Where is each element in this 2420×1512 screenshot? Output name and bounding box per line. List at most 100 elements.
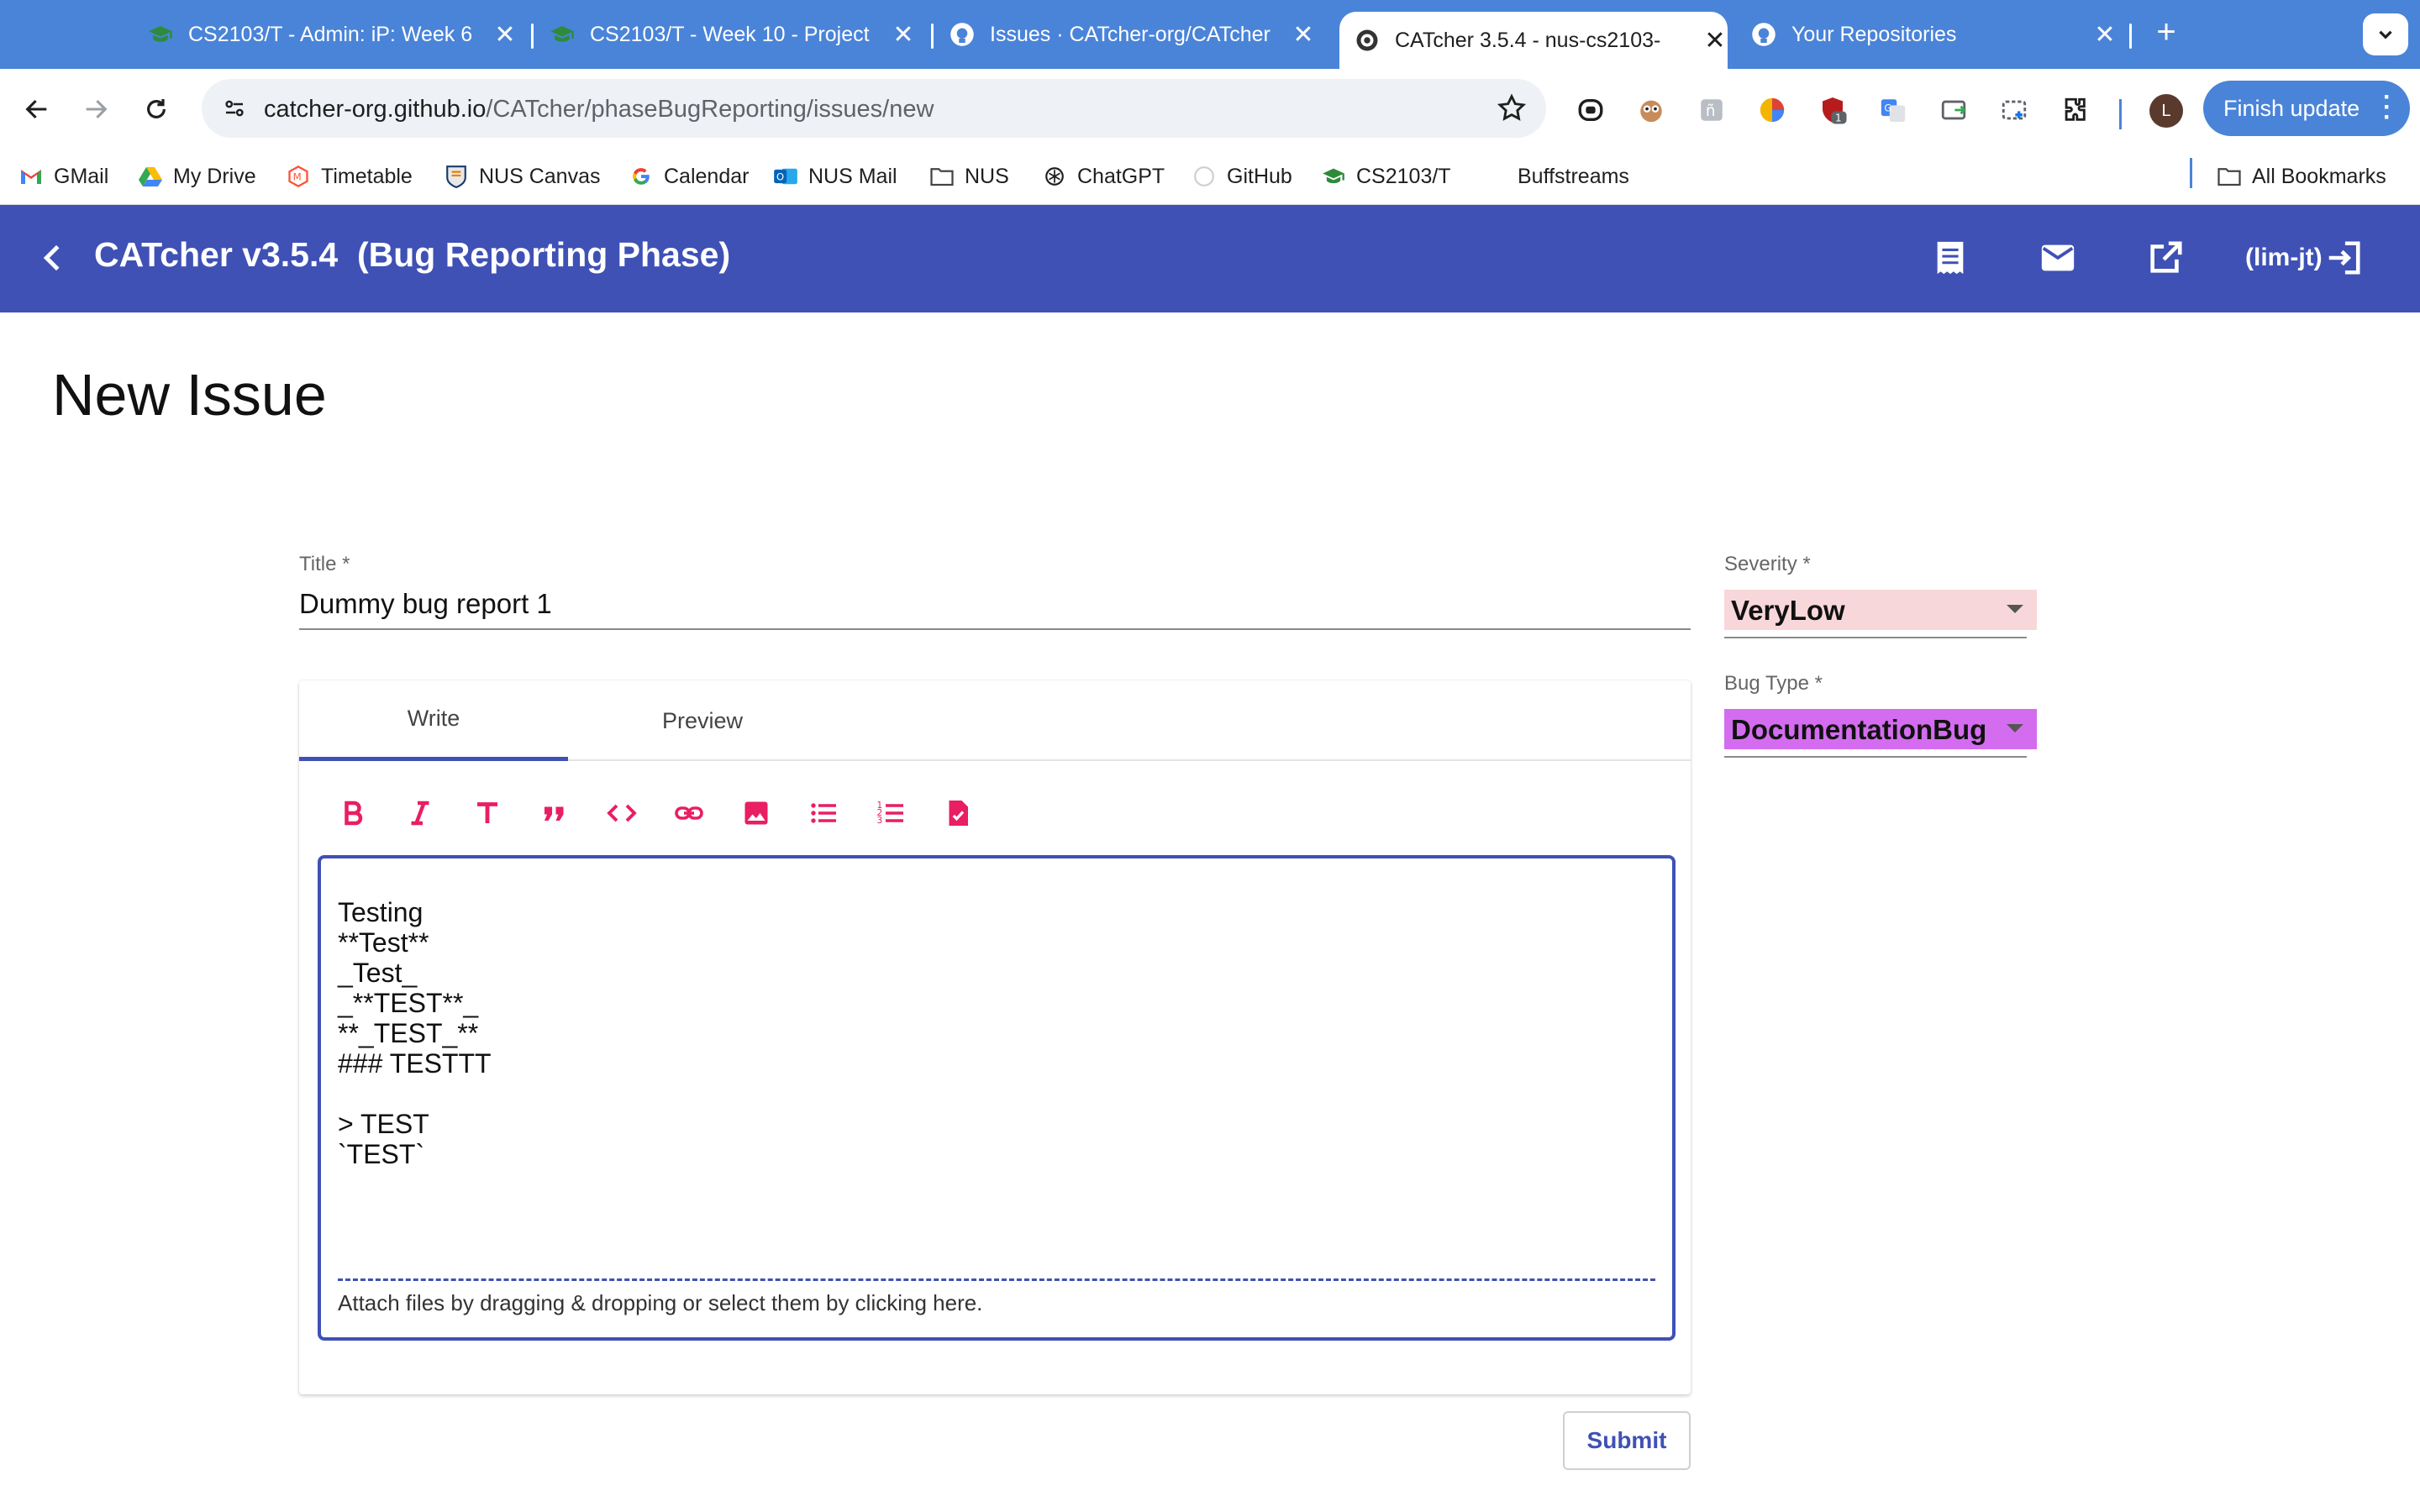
quote-button[interactable] (534, 793, 575, 833)
google-translate-icon[interactable]: G (1877, 94, 1909, 126)
title-label: Title * (299, 553, 350, 575)
numbered-list-button[interactable]: 123 (871, 793, 911, 833)
bookmark-label: GMail (54, 164, 109, 188)
quote-icon (544, 806, 564, 821)
severity-label: Severity * (1724, 553, 1811, 575)
task-list-button[interactable] (938, 793, 978, 833)
outlook-icon: O (773, 164, 798, 189)
severity-select[interactable]: VeryLow (1724, 590, 2037, 630)
title-input[interactable]: Dummy bug report 1 (299, 583, 1691, 630)
bookmark-label: CS2103/T (1356, 164, 1451, 188)
attach-files-hint[interactable]: Attach files by dragging & dropping or s… (338, 1290, 982, 1316)
italic-button[interactable] (400, 793, 440, 833)
svg-text:ñ: ñ (1706, 102, 1716, 120)
tab-export-extension-icon[interactable] (1938, 94, 1970, 126)
submit-button[interactable]: Submit (1563, 1411, 1691, 1470)
bookmark-github[interactable]: GitHub (1192, 160, 1292, 193)
svg-text:G: G (1884, 102, 1891, 113)
finish-update-button[interactable]: Finish update · · · (2203, 81, 2410, 136)
chatgpt-icon (1042, 164, 1067, 189)
tab-title: CS2103/T - Admin: iP: Week 6 (188, 22, 473, 46)
owl-extension-icon[interactable] (1635, 94, 1667, 126)
bold-icon (345, 801, 363, 826)
pie-extension-icon[interactable] (1756, 94, 1788, 126)
bookmark-timetable[interactable]: M Timetable (286, 160, 413, 193)
code-button[interactable] (602, 793, 642, 833)
heading-button[interactable] (467, 793, 508, 833)
profile-avatar[interactable]: L (2149, 94, 2183, 128)
ublock-extension-icon[interactable]: 1 (1817, 94, 1849, 126)
receipt-icon[interactable] (1931, 239, 1970, 277)
folder-icon (2217, 164, 2242, 189)
bookmark-cs2103[interactable]: CS2103/T (1321, 160, 1451, 193)
url-path: /CATcher/phaseBugReporting/issues/new (486, 96, 934, 123)
bug-type-underline (1724, 756, 2027, 758)
tab-preview[interactable]: Preview (568, 680, 837, 761)
close-icon[interactable]: ✕ (1291, 20, 1316, 50)
bookmarks-divider (2190, 158, 2192, 188)
screen-capture-extension-icon[interactable] (1998, 94, 2030, 126)
tab-search-button[interactable] (2363, 13, 2408, 55)
bug-type-select[interactable]: DocumentationBug (1724, 709, 2037, 749)
title-text-icon (477, 802, 497, 823)
toolbar-divider (2119, 99, 2122, 129)
address-bar[interactable]: catcher-org.github.io/CATcher/phaseBugRe… (202, 79, 1546, 138)
svg-text:3: 3 (877, 816, 883, 826)
back-button[interactable] (17, 89, 57, 129)
browser-tab[interactable]: CS2103/T - Admin: iP: Week 6 ✕ (148, 12, 518, 57)
browser-tab[interactable]: Issues · CATcher-org/CATcher ✕ (950, 12, 1316, 57)
svg-text:O: O (776, 171, 784, 183)
forward-button[interactable] (76, 89, 116, 129)
arrow-left-icon (25, 99, 47, 119)
copilot-extension-icon[interactable] (1575, 94, 1607, 126)
bookmark-chatgpt[interactable]: ChatGPT (1042, 160, 1165, 193)
image-button[interactable] (736, 793, 776, 833)
logout-icon[interactable] (2324, 239, 2363, 277)
extension-badge: 1 (1835, 113, 1842, 124)
bookmark-label: GitHub (1227, 164, 1292, 188)
browser-tab[interactable]: Your Repositories ✕ (1751, 12, 2118, 57)
folder-icon (929, 164, 955, 189)
back-arrow-icon[interactable] (34, 239, 72, 277)
description-text: Testing **Test** _Test_ _**TEST**_ **_TE… (338, 897, 492, 1169)
all-bookmarks-button[interactable]: All Bookmarks (2217, 160, 2386, 193)
hiragana-extension-icon[interactable]: ñ (1696, 94, 1728, 126)
reload-button[interactable] (136, 89, 176, 129)
tab-separator (931, 24, 934, 49)
all-bookmarks-label: All Bookmarks (2252, 164, 2386, 188)
browser-tab-active[interactable]: CATcher 3.5.4 - nus-cs2103- ✕ (1339, 12, 1728, 69)
puzzle-extensions-icon[interactable] (2059, 94, 2091, 126)
app-toolbar: CATcher v3.5.4 (Bug Reporting Phase) (li… (0, 205, 2420, 312)
site-settings-icon[interactable] (218, 92, 250, 124)
gmail-icon (18, 164, 44, 189)
bookmark-nus-mail[interactable]: O NUS Mail (773, 160, 897, 193)
browser-tab[interactable]: CS2103/T - Week 10 - Project ✕ (550, 12, 916, 57)
browser-toolbar: catcher-org.github.io/CATcher/phaseBugRe… (0, 69, 2420, 148)
chevron-down-icon (2379, 30, 2392, 39)
close-icon[interactable]: ✕ (1702, 26, 1728, 55)
bulleted-list-button[interactable] (803, 793, 844, 833)
graduation-cap-icon (1321, 164, 1346, 189)
tab-separator (531, 24, 534, 49)
open-in-new-icon[interactable] (2146, 239, 2185, 277)
close-icon[interactable]: ✕ (492, 20, 518, 50)
new-tab-button[interactable]: + (2148, 15, 2185, 52)
tab-write[interactable]: Write (299, 680, 568, 761)
description-textarea[interactable]: Testing **Test** _Test_ _**TEST**_ **_TE… (318, 855, 1676, 1341)
address-url: catcher-org.github.io/CATcher/phaseBugRe… (264, 96, 934, 123)
bookmark-nus-canvas[interactable]: NUS Canvas (444, 160, 601, 193)
bookmark-folder-nus[interactable]: NUS (929, 160, 1009, 193)
close-icon[interactable]: ✕ (2092, 20, 2118, 50)
bookmark-calendar[interactable]: Calendar (629, 160, 749, 193)
bold-button[interactable] (333, 793, 373, 833)
bookmarks-bar: GMail My Drive M Timetable NUS Canvas Ca… (0, 148, 2420, 205)
bookmark-label: My Drive (173, 164, 256, 188)
severity-underline (1724, 637, 2027, 638)
close-icon[interactable]: ✕ (891, 20, 916, 50)
link-button[interactable] (669, 793, 709, 833)
bookmark-buffstreams[interactable]: Buffstreams (1482, 160, 1629, 193)
bookmark-star-icon[interactable] (1496, 92, 1528, 124)
bookmark-my-drive[interactable]: My Drive (138, 160, 256, 193)
mail-icon[interactable] (2039, 239, 2077, 277)
bookmark-gmail[interactable]: GMail (18, 160, 108, 193)
